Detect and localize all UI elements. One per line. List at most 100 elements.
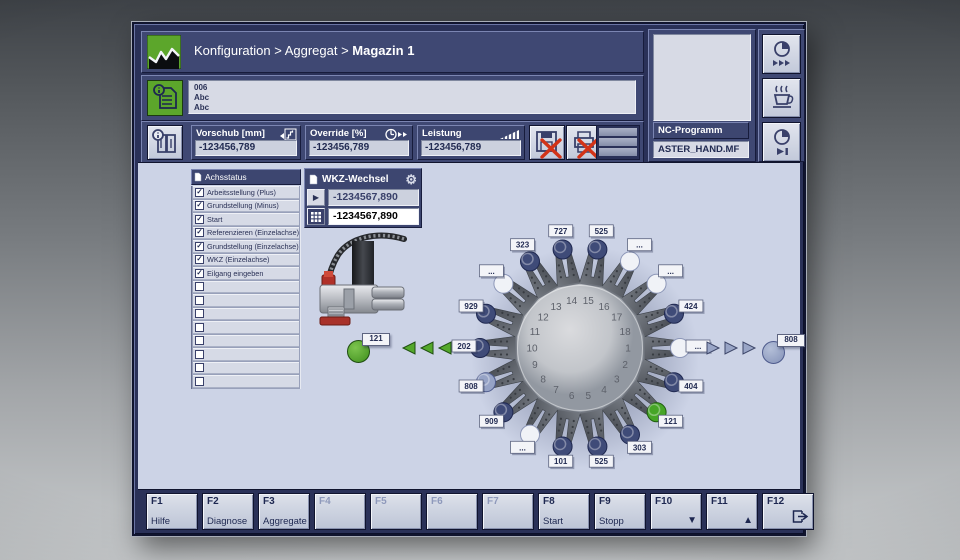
fkey-number: F10 [655,496,672,507]
achsstatus-row [193,362,299,375]
checkbox[interactable]: ✓ [195,201,204,210]
achsstatus-row-label: WKZ (Einzelachse) [207,255,269,264]
checkbox[interactable] [195,282,204,291]
magazine-position-number: 11 [530,327,541,338]
achsstatus-row: ✓Referenzieren (Einzelachse) [193,227,299,240]
status-stack-indicator [596,125,640,160]
message-line-2: Abc [194,93,635,103]
magazine-position-number: 14 [566,296,578,307]
achsstatus-row [193,281,299,294]
main-area: Achsstatus ✓Arbeitsstellung (Plus)✓Grund… [138,162,800,490]
fkey-f2[interactable]: F2Diagnose [202,493,254,530]
meter-vorschub-label: Vorschub [mm] [196,128,265,139]
wkz-actual-value: -1234567,890 [328,189,419,206]
achsstatus-title: Achsstatus [205,171,247,184]
logbook-button[interactable] [147,125,183,160]
transfer-right-arrows [704,340,758,356]
clock-step-end-icon [769,128,795,156]
fkey-f9[interactable]: F9Stopp [594,493,646,530]
exit-icon [792,510,809,527]
status-row: Vorschub [mm] -123456,789 Override [%] -… [141,121,644,163]
checkbox[interactable] [195,363,204,372]
magazine-pocket-16[interactable] [621,252,640,271]
fkey-f5[interactable]: F5 [370,493,422,530]
meter-leistung-label: Leistung [422,128,462,139]
wkz-input-field[interactable]: -1234567,890 [328,208,419,225]
fkey-f7[interactable]: F7 [482,493,534,530]
meter-override-label: Override [%] [310,128,367,139]
message-line-3: Abc [194,103,635,113]
svg-text:808: 808 [464,382,478,391]
svg-text:...: ... [667,267,674,276]
checkbox[interactable] [195,377,204,386]
meter-vorschub: Vorschub [mm] -123456,789 [191,125,301,160]
tool-number-badge: ... [659,265,685,279]
message-panel: 006 Abc Abc [141,75,644,121]
tool-number-badge: 727 [549,225,575,239]
meter-leistung-value: -123456,789 [421,140,521,156]
checkbox[interactable] [195,296,204,305]
fkey-f10[interactable]: F10▼ [650,493,702,530]
checkbox[interactable]: ✓ [195,228,204,237]
document-icon [309,174,318,185]
meter-vorschub-value: -123456,789 [195,140,297,156]
magazine-position-number: 1 [625,344,631,355]
checkbox[interactable]: ✓ [195,242,204,251]
title-bar: Konfiguration > Aggregat > Magazin 1 [141,31,644,73]
checkbox[interactable]: ✓ [195,269,204,278]
wkz-settings-gear-icon[interactable]: ⚙ [405,173,417,186]
checkbox[interactable] [195,323,204,332]
clock-step-end-button[interactable] [762,122,801,162]
fkey-f12[interactable]: F12 [762,493,814,530]
magazine-position-number: 10 [526,344,538,355]
achsstatus-row [193,308,299,321]
achsstatus-header: Achsstatus [191,169,301,185]
achsstatus-row: ✓Grundstellung (Minus) [193,200,299,213]
fkey-f3[interactable]: F3Aggregate [258,493,310,530]
clock-fast-forward-icon [769,40,795,68]
timer-button-column [758,29,805,162]
checkbox[interactable] [195,336,204,345]
svg-text:727: 727 [554,227,568,236]
fkey-f4[interactable]: F4 [314,493,366,530]
fkey-f1[interactable]: F1Hilfe [146,493,198,530]
checkbox[interactable] [195,350,204,359]
svg-text:404: 404 [684,382,698,391]
save-disabled-button[interactable] [529,125,565,160]
svg-text:909: 909 [485,417,499,426]
function-key-row: F1HilfeF2DiagnoseF3AggregateF4F5F6F7F8St… [138,489,800,531]
tool-number-badge: 525 [589,225,615,239]
message-box: 006 Abc Abc [188,80,636,114]
fkey-number: F8 [543,496,555,507]
coffee-break-icon [769,84,795,112]
svg-text:929: 929 [464,302,478,311]
checkbox[interactable]: ✓ [195,255,204,264]
clock-fast-forward-button[interactable] [762,34,801,74]
tool-number-badge: 909 [479,415,505,429]
nc-panel: NC-Programm ASTER_HAND.MF [648,29,756,162]
tool-number-badge: ... [479,265,505,279]
magazine-position-number: 16 [598,302,610,313]
magazine-position-number: 2 [622,360,628,371]
break-button[interactable] [762,78,801,118]
fkey-f11[interactable]: F11▲ [706,493,758,530]
checkbox[interactable] [195,309,204,318]
wkz-input-row: -1234567,890 [307,208,419,225]
achsstatus-row [193,321,299,334]
fkey-f8[interactable]: F8Start [538,493,590,530]
magazine-wheel: 123456789101112131415161718...4041213035… [430,198,730,498]
nc-preview-box [653,34,751,121]
achsstatus-row: ✓Arbeitsstellung (Plus) [193,186,299,199]
svg-text:...: ... [636,241,643,250]
checkbox[interactable]: ✓ [195,188,204,197]
achsstatus-row-label: Referenzieren (Einzelachse) [207,228,299,237]
message-line-1: 006 [194,83,635,93]
achsstatus-row [193,294,299,307]
desktop-background: Konfiguration > Aggregat > Magazin 1 006… [0,0,960,560]
magazine-position-number: 9 [532,360,538,371]
transfer-right-badge: 808 [777,334,805,347]
control-window: Konfiguration > Aggregat > Magazin 1 006… [132,22,806,536]
fkey-label: Aggregate [263,516,307,527]
fkey-f6[interactable]: F6 [426,493,478,530]
checkbox[interactable]: ✓ [195,215,204,224]
